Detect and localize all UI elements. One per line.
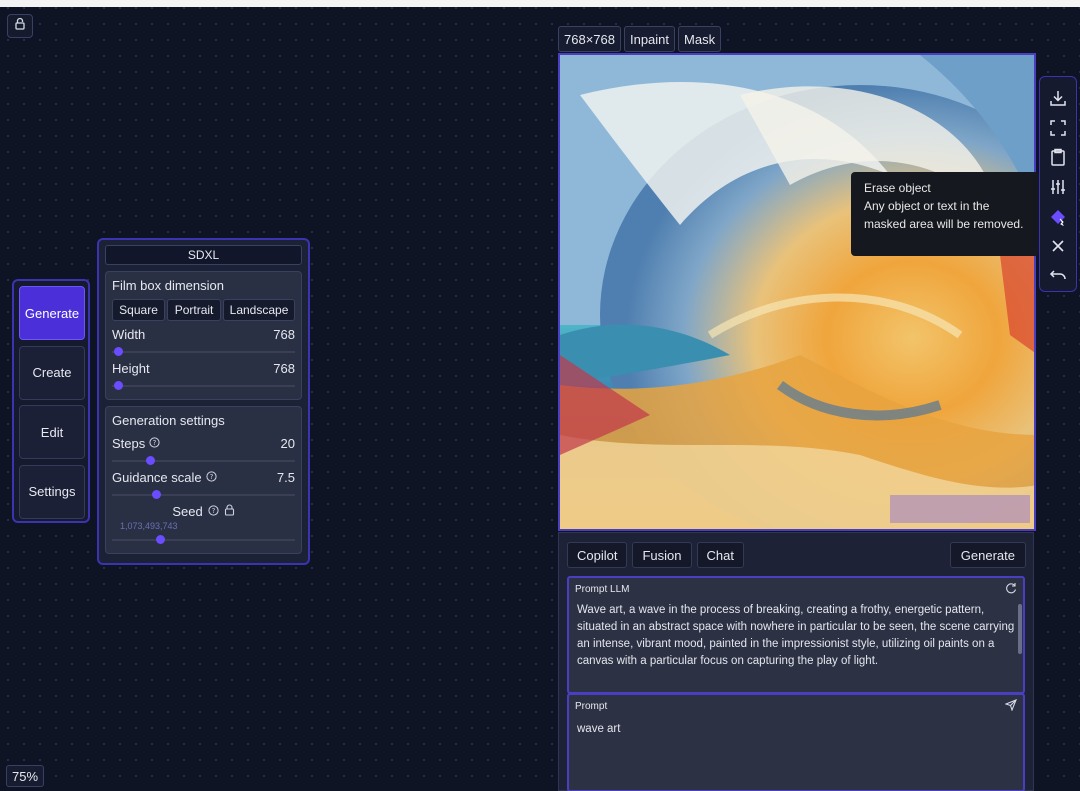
select-area-icon[interactable] xyxy=(1044,113,1072,143)
model-selector[interactable]: SDXL xyxy=(105,245,302,265)
close-icon[interactable] xyxy=(1044,232,1072,262)
width-label: Width xyxy=(112,326,146,342)
generated-image[interactable] xyxy=(558,53,1036,531)
lock-button[interactable] xyxy=(7,14,33,38)
prompt-llm-box[interactable]: Prompt LLM Wave art, a wave in the proce… xyxy=(567,576,1025,694)
generate-button[interactable]: Generate xyxy=(949,542,1026,568)
tab-copilot[interactable]: Copilot xyxy=(567,542,628,568)
help-icon[interactable]: ? xyxy=(208,504,219,519)
guidance-label: Guidance scale xyxy=(112,469,202,485)
lock-icon xyxy=(14,17,26,35)
svg-text:?: ? xyxy=(153,439,157,447)
seed-label: Seed xyxy=(172,504,203,519)
prompt-llm-text[interactable]: Wave art, a wave in the process of break… xyxy=(569,600,1023,688)
width-value: 768 xyxy=(273,326,295,342)
nav-generate[interactable]: Generate xyxy=(19,286,85,340)
prompt-input[interactable]: wave art xyxy=(569,717,1023,741)
prompt-llm-title: Prompt LLM xyxy=(575,583,630,595)
aspect-square-button[interactable]: Square xyxy=(112,299,166,321)
eraser-icon[interactable] xyxy=(1044,202,1072,232)
canvas-size-button[interactable]: 768×768 xyxy=(558,26,621,52)
prompt-box[interactable]: Prompt wave art xyxy=(567,693,1025,791)
prompt-title: Prompt xyxy=(575,700,608,712)
prompt-panel: Copilot Fusion Chat Generate Prompt LLM … xyxy=(558,532,1034,791)
height-slider[interactable] xyxy=(112,377,295,393)
inpaint-button[interactable]: Inpaint xyxy=(623,26,676,52)
prompt-tabs: Copilot Fusion Chat xyxy=(567,542,744,568)
clipboard-icon[interactable] xyxy=(1044,142,1072,172)
height-label: Height xyxy=(112,360,150,376)
adjustments-icon[interactable] xyxy=(1044,172,1072,202)
seed-lock-icon[interactable] xyxy=(224,504,235,519)
tooltip-title: Erase object xyxy=(864,181,931,195)
tab-fusion[interactable]: Fusion xyxy=(632,542,692,568)
steps-row: Steps ? 20 xyxy=(112,434,295,452)
steps-value: 20 xyxy=(280,435,295,451)
aspect-portrait-button[interactable]: Portrait xyxy=(167,299,222,321)
nav-settings[interactable]: Settings xyxy=(19,464,85,519)
nav-edit[interactable]: Edit xyxy=(19,405,85,459)
undo-icon[interactable] xyxy=(1044,261,1072,291)
height-value: 768 xyxy=(273,360,295,376)
download-icon[interactable] xyxy=(1044,83,1072,113)
send-icon[interactable] xyxy=(1004,698,1017,714)
generation-panel: SDXL Film box dimension Square Portrait … xyxy=(97,238,310,565)
width-row: Width 768 xyxy=(112,325,295,343)
width-slider[interactable] xyxy=(112,343,295,359)
guidance-value: 7.5 xyxy=(276,469,295,485)
steps-label: Steps xyxy=(112,435,146,451)
canvas-tools xyxy=(1039,76,1077,292)
aspect-landscape-button[interactable]: Landscape xyxy=(223,299,295,321)
canvas-toolbar: 768×768 Inpaint Mask xyxy=(558,26,722,52)
svg-text:?: ? xyxy=(211,507,215,515)
main-nav: Generate Create Edit Settings xyxy=(12,279,90,523)
tab-chat[interactable]: Chat xyxy=(696,542,744,568)
aspect-selector: Square Portrait Landscape xyxy=(112,299,295,321)
erase-object-tooltip: Erase object Any object or text in the m… xyxy=(851,172,1039,256)
svg-text:?: ? xyxy=(209,473,213,481)
help-icon[interactable]: ? xyxy=(206,470,217,485)
nav-create[interactable]: Create xyxy=(19,345,85,400)
film-box-card: Film box dimension Square Portrait Lands… xyxy=(105,271,302,400)
llm-scrollbar[interactable] xyxy=(1018,604,1022,654)
guidance-row: Guidance scale ? 7.5 xyxy=(112,468,295,486)
mask-button[interactable]: Mask xyxy=(678,26,722,52)
refresh-icon[interactable] xyxy=(1005,582,1017,597)
zoom-level[interactable]: 75% xyxy=(6,765,44,787)
generation-settings-card: Generation settings Steps ? 20 Guidance … xyxy=(105,406,302,554)
seed-value: 1,073,493,743 xyxy=(120,521,178,531)
seed-slider[interactable] xyxy=(112,531,295,547)
height-row: Height 768 xyxy=(112,359,295,377)
generation-settings-title: Generation settings xyxy=(112,413,225,428)
top-strip xyxy=(0,0,1080,7)
seed-row: Seed ? xyxy=(112,504,295,519)
help-icon[interactable]: ? xyxy=(149,436,160,451)
film-box-title: Film box dimension xyxy=(112,278,224,293)
tooltip-body: Any object or text in the masked area wi… xyxy=(864,199,1024,231)
steps-slider[interactable] xyxy=(112,452,295,468)
guidance-slider[interactable] xyxy=(112,486,295,502)
